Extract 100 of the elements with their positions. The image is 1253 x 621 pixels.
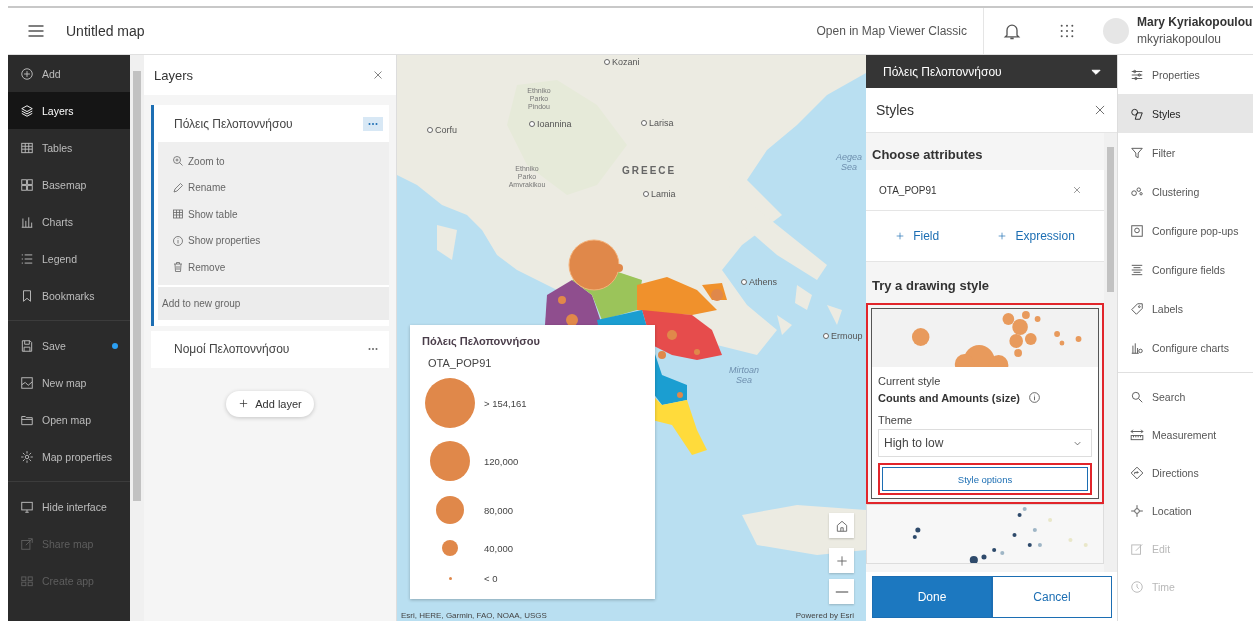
trash-icon — [172, 261, 184, 274]
nav-item[interactable]: Tables — [8, 129, 130, 166]
place-label: Kozani — [612, 57, 640, 67]
settings-icon — [20, 449, 34, 464]
info-icon — [172, 234, 184, 247]
style-card[interactable]: Current style Counts and Amounts (size) Theme High to low Style options — [871, 308, 1099, 499]
nav-item[interactable]: Legend — [8, 240, 130, 277]
classic-viewer-link[interactable]: Open in Map Viewer Classic — [816, 24, 967, 38]
legend-field: OTA_POP91 — [428, 357, 643, 369]
popup-icon — [1130, 223, 1144, 238]
panel-title: Styles — [876, 102, 915, 118]
layer-options-button[interactable] — [363, 116, 383, 131]
tool-item[interactable]: Labels — [1118, 289, 1253, 328]
powered-by-text: Powered by Esri — [795, 611, 854, 620]
layer-dropdown[interactable]: Πόλεις Πελοποννήσου — [866, 55, 1117, 88]
cancel-button[interactable]: Cancel — [992, 576, 1112, 618]
zoom-in-icon — [172, 155, 184, 168]
table-icon — [172, 208, 184, 221]
add-link[interactable]: Field — [895, 229, 940, 243]
legend-title: Πόλεις Πελοποννήσου — [422, 335, 541, 347]
attribution-text: Esri, HERE, Garmin, FAO, NOAA, USGS — [401, 611, 547, 620]
size-symbol-icon — [436, 496, 464, 524]
close-icon — [372, 69, 384, 81]
nav-item[interactable]: Layers — [8, 92, 130, 129]
fields-icon — [1130, 262, 1144, 277]
field-name: OTA_POP91 — [879, 184, 937, 196]
sliders-icon — [1130, 67, 1144, 82]
nav-item[interactable]: Charts — [8, 203, 130, 240]
city-marker-icon — [604, 59, 610, 65]
tool-item[interactable]: Directions — [1118, 454, 1253, 492]
place-label: Lamia — [651, 189, 676, 199]
tag-icon — [1130, 301, 1144, 316]
add-layer-button[interactable]: Add layer — [226, 390, 314, 417]
city-marker-icon — [641, 120, 647, 126]
directions-icon — [1130, 466, 1144, 480]
user-name: Mary Kyriakopoulou — [1137, 14, 1253, 31]
menu-item[interactable]: Zoom to — [172, 148, 389, 175]
city-marker-icon — [427, 127, 433, 133]
list-icon — [20, 251, 34, 266]
tool-item[interactable]: Search — [1118, 378, 1253, 416]
menu-item[interactable]: Show table — [172, 201, 389, 228]
nav-item[interactable]: Map properties — [8, 438, 130, 475]
shapes-icon — [1130, 106, 1144, 121]
section-heading: Choose attributes — [871, 146, 984, 164]
legend-label: 80,000 — [484, 504, 514, 516]
bar-chart-icon — [20, 214, 34, 229]
filter-icon — [1130, 145, 1144, 160]
tool-item[interactable]: Styles — [1118, 94, 1253, 133]
zoom-out-button[interactable] — [829, 579, 854, 604]
tool-item[interactable]: Filter — [1118, 133, 1253, 172]
menu-item[interactable]: Add to new group — [158, 286, 389, 320]
nav-item[interactable]: Basemap — [8, 166, 130, 203]
tool-item[interactable]: Location — [1118, 492, 1253, 530]
plus-icon — [895, 231, 906, 241]
place-label: Corfu — [435, 125, 457, 135]
username: mkyriakopoulou — [1137, 31, 1223, 48]
legend-label: 40,000 — [484, 542, 514, 554]
edit-icon — [1130, 542, 1144, 556]
tool-item[interactable]: Properties — [1118, 55, 1253, 94]
tool-item[interactable]: Configure fields — [1118, 250, 1253, 289]
home-button[interactable] — [829, 513, 854, 538]
city-marker-icon — [823, 333, 829, 339]
layer-name[interactable]: Νομοί Πελοποννήσου — [174, 342, 290, 356]
tool-item[interactable]: Configure charts — [1118, 328, 1253, 367]
size-symbol-icon — [430, 441, 470, 481]
size-symbol-icon — [448, 576, 452, 580]
menu-item[interactable]: Show properties — [172, 227, 389, 254]
nav-item[interactable]: Open map — [8, 401, 130, 438]
theme-dropdown[interactable]: High to low — [878, 429, 1092, 457]
tool-item[interactable]: Measurement — [1118, 416, 1253, 454]
place-label: Ioannina — [537, 119, 572, 129]
panel-title: Layers — [154, 67, 194, 83]
legend-label: > 154,161 — [484, 397, 527, 409]
home-icon — [834, 518, 849, 533]
layers-icon — [20, 103, 34, 118]
style-caption: Current style — [878, 375, 942, 387]
place-label: Aegea Sea — [835, 152, 863, 172]
close-icon — [1072, 185, 1082, 195]
style-name: Counts and Amounts (size) — [878, 391, 1020, 404]
layer-name[interactable]: Πόλεις Πελοποννήσου — [174, 116, 293, 131]
place-label: Mirtoan Sea — [729, 365, 759, 385]
nav-item[interactable]: Add — [8, 55, 130, 92]
legend-label: < 0 — [484, 572, 498, 584]
zoom-in-button[interactable] — [829, 548, 854, 573]
minus-icon — [834, 590, 849, 593]
add-link[interactable]: Expression — [997, 229, 1075, 243]
menu-item[interactable]: Remove — [172, 254, 389, 281]
scrollbar[interactable] — [130, 55, 144, 621]
menu-item[interactable]: Rename — [172, 174, 389, 201]
done-button[interactable]: Done — [872, 576, 992, 618]
nav-item[interactable]: Save — [8, 327, 130, 364]
tool-item[interactable]: Configure pop-ups — [1118, 211, 1253, 250]
style-options-button[interactable]: Style options — [882, 467, 1088, 491]
scrollbar[interactable] — [1104, 133, 1117, 572]
nav-item[interactable]: Hide interface — [8, 488, 130, 525]
apps-grid-icon — [1059, 23, 1075, 39]
tool-item[interactable]: Clustering — [1118, 172, 1253, 211]
nav-item[interactable]: Bookmarks — [8, 277, 130, 314]
legend-label: 120,000 — [484, 455, 519, 467]
nav-item[interactable]: New map — [8, 364, 130, 401]
